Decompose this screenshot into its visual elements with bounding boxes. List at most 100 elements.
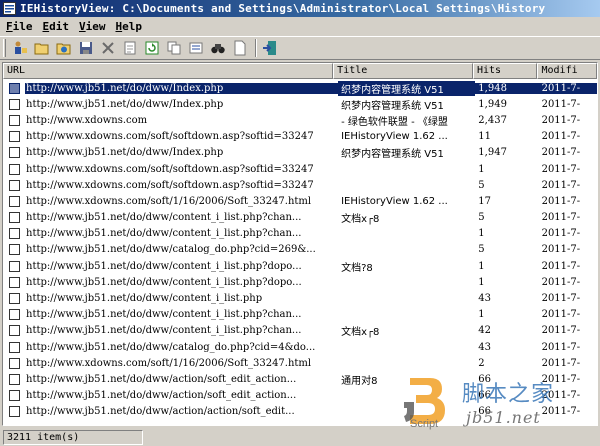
row-hits: 43 <box>478 293 492 305</box>
row-title: 文档x┌8 <box>341 327 380 339</box>
row-url: http://www.jb51.net/do/dww/content_i_lis… <box>26 325 302 337</box>
row-checkbox[interactable] <box>9 228 20 240</box>
load-history-icon <box>56 43 71 55</box>
table-row[interactable]: http://www.jb51.net/do/dww/content_i_lis… <box>3 226 597 242</box>
column-header-hits[interactable]: Hits <box>473 63 538 79</box>
row-checkbox[interactable] <box>9 309 20 321</box>
row-modified: 2011-7- <box>541 373 581 385</box>
menu-view-label: iew <box>85 19 106 33</box>
row-hits: 66 <box>478 373 492 385</box>
table-row[interactable]: http://www.xdowns.com/soft/softdown.asp?… <box>3 161 597 177</box>
row-hits: 1 <box>478 309 485 321</box>
menu-help[interactable]: Help <box>112 20 149 33</box>
delete-button[interactable] <box>98 38 118 58</box>
row-modified: 2011-7- <box>541 309 581 321</box>
row-checkbox[interactable] <box>9 390 20 402</box>
table-row[interactable]: http://www.jb51.net/do/dww/action/action… <box>3 404 597 420</box>
row-checkbox[interactable] <box>9 406 20 418</box>
properties-icon <box>124 41 136 55</box>
table-row[interactable]: http://www.jb51.net/do/dww/content_i_lis… <box>3 274 597 290</box>
row-modified: 2011-7- <box>538 82 597 94</box>
toolbar <box>0 36 600 60</box>
html-report-icon <box>234 40 246 56</box>
row-url: http://www.jb51.net/do/dww/action/action… <box>26 406 295 418</box>
open-folder-button[interactable] <box>32 38 52 58</box>
html-report-button[interactable] <box>230 38 250 58</box>
row-modified: 2011-7- <box>541 179 581 191</box>
menu-view[interactable]: View <box>75 20 112 33</box>
row-checkbox[interactable] <box>9 260 20 272</box>
table-row[interactable]: http://www.xdowns.com/soft/softdown.asp?… <box>3 177 597 193</box>
menu-help-label: elp <box>122 19 142 33</box>
row-checkbox[interactable] <box>9 163 20 175</box>
row-url: http://www.xdowns.com/soft/softdown.asp?… <box>26 179 314 191</box>
row-checkbox[interactable] <box>9 341 20 353</box>
find-button[interactable] <box>208 38 228 58</box>
refresh-button[interactable] <box>142 38 162 58</box>
row-checkbox[interactable] <box>9 98 20 110</box>
row-checkbox[interactable] <box>9 82 20 94</box>
select-all-button[interactable] <box>186 38 206 58</box>
row-checkbox[interactable] <box>9 373 20 385</box>
row-hits: 5 <box>478 179 485 191</box>
row-checkbox[interactable] <box>9 357 20 369</box>
row-checkbox[interactable] <box>9 179 20 191</box>
row-title: IEHistoryView 1.62 ... <box>341 195 448 207</box>
menu-edit[interactable]: Edit <box>39 20 76 33</box>
table-row[interactable]: http://www.xdowns.com/soft/softdown.asp?… <box>3 129 597 145</box>
menu-file[interactable]: File <box>2 20 39 33</box>
table-row[interactable]: http://www.jb51.net/do/dww/catalog_do.ph… <box>3 339 597 355</box>
row-hits: 1 <box>478 260 485 272</box>
history-list[interactable]: URL Title Hits Modifi http://www.jb51.ne… <box>2 62 598 426</box>
table-row[interactable]: http://www.jb51.net/do/dww/Index.php 织梦内容… <box>3 96 597 112</box>
row-checkbox[interactable] <box>9 325 20 337</box>
row-checkbox[interactable] <box>9 195 20 207</box>
table-row[interactable]: http://www.jb51.net/do/dww/action/soft_e… <box>3 388 597 404</box>
row-modified: 2011-7- <box>541 341 581 353</box>
toolbar-grip[interactable] <box>3 39 6 57</box>
row-hits: 43 <box>478 341 492 353</box>
menu-bar: File Edit View Help <box>0 17 600 35</box>
row-checkbox[interactable] <box>9 293 20 305</box>
table-row[interactable]: http://www.jb51.net/do/dww/content_i_lis… <box>3 210 597 226</box>
row-checkbox[interactable] <box>9 212 20 224</box>
row-checkbox[interactable] <box>9 276 20 288</box>
row-modified: 2011-7- <box>541 147 581 159</box>
exit-button[interactable] <box>260 38 280 58</box>
load-history-button[interactable] <box>54 38 74 58</box>
row-checkbox[interactable] <box>9 244 20 256</box>
row-url: http://www.jb51.net/do/dww/Index.php <box>26 147 224 159</box>
table-row[interactable]: http://www.jb51.net/do/dww/content_i_lis… <box>3 323 597 339</box>
table-row[interactable]: http://www.jb51.net/do/dww/catalog_do.ph… <box>3 242 597 258</box>
choose-folder-button[interactable] <box>10 38 30 58</box>
column-header-title[interactable]: Title <box>333 63 473 79</box>
table-row[interactable]: http://www.jb51.net/do/dww/content_i_lis… <box>3 307 597 323</box>
table-row[interactable]: http://www.jb51.net/do/dww/content_i_lis… <box>3 258 597 274</box>
row-checkbox[interactable] <box>9 131 20 143</box>
row-title: 织梦内容管理系统 V51 <box>341 100 444 112</box>
app-icon <box>3 2 16 15</box>
title-bar[interactable]: IEHistoryView: C:\Documents and Settings… <box>0 0 600 17</box>
table-row[interactable]: http://www.jb51.net/do/dww/Index.php 织梦内容… <box>3 145 597 161</box>
row-hits: 66 <box>478 390 492 402</box>
table-row[interactable]: http://www.xdowns.com - 绿色软件联盟 - 《绿盟 2,437… <box>3 112 597 128</box>
row-url: http://www.jb51.net/do/dww/content_i_lis… <box>26 309 302 321</box>
row-modified: 2011-7- <box>541 212 581 224</box>
row-hits: 1 <box>478 163 485 175</box>
column-header-url[interactable]: URL <box>3 63 334 79</box>
row-checkbox[interactable] <box>9 114 20 126</box>
table-row[interactable]: http://www.xdowns.com/soft/1/16/2006/Sof… <box>3 193 597 209</box>
row-modified: 2011-7- <box>541 260 581 272</box>
table-row[interactable]: http://www.jb51.net/do/dww/content_i_lis… <box>3 290 597 306</box>
row-checkbox[interactable] <box>9 147 20 159</box>
table-row[interactable]: http://www.xdowns.com/soft/1/16/2006/Sof… <box>3 355 597 371</box>
table-row[interactable]: http://www.jb51.net/do/dww/Index.php 织梦内容… <box>3 80 597 96</box>
row-url: http://www.jb51.net/do/dww/content_i_lis… <box>26 228 302 240</box>
table-row[interactable]: http://www.jb51.net/do/dww/action/soft_e… <box>3 371 597 387</box>
delete-icon <box>102 42 114 54</box>
save-button[interactable] <box>76 38 96 58</box>
row-url: http://www.xdowns.com/soft/1/16/2006/Sof… <box>26 357 312 369</box>
properties-button[interactable] <box>120 38 140 58</box>
copy-button[interactable] <box>164 38 184 58</box>
column-header-modified[interactable]: Modifi <box>537 63 597 79</box>
